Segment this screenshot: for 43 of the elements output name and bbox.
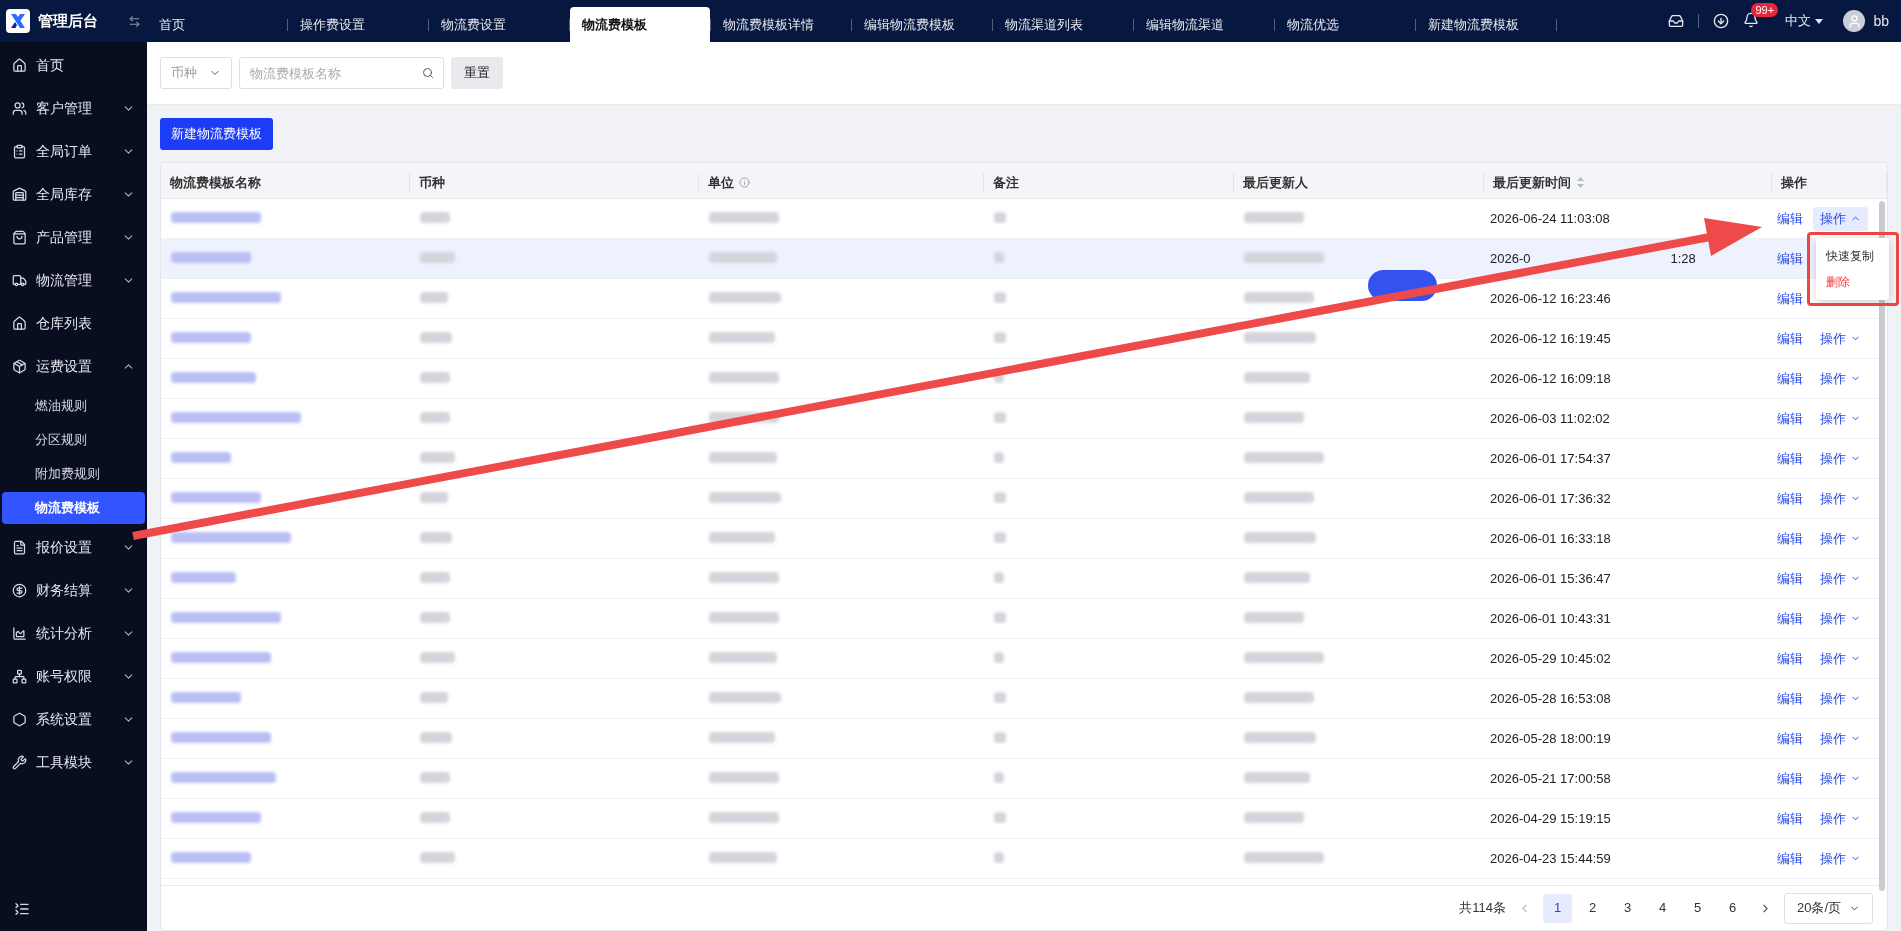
column-header: 单位	[708, 174, 734, 192]
column-header: 操作	[1781, 174, 1807, 192]
sidebar-item-label: 工具模块	[36, 753, 93, 772]
updated-time: 2026-04-29 15:19:15	[1490, 809, 1611, 828]
sidebar-item-label: 统计分析	[36, 624, 93, 643]
sidebar-item-label: 全局库存	[36, 185, 93, 204]
sidebar-item-label: 报价设置	[36, 538, 93, 557]
updated-time: 2026-04-23 15:44:59	[1490, 849, 1611, 868]
updated-time: 2026-06-01 17:54:37	[1490, 449, 1611, 468]
sidebar-item-label: 仓库列表	[36, 314, 93, 333]
updated-time: 2026-06-12 16:19:45	[1490, 329, 1611, 348]
updated-time: 2026-06-01 10:43:31	[1490, 609, 1611, 628]
updated-time: 2026-06-12 16:23:46	[1490, 289, 1611, 308]
column-header: 备注	[993, 174, 1019, 192]
column-header: 币种	[419, 174, 445, 192]
user-name: bb	[1873, 11, 1889, 31]
total-count: 共114条	[1459, 899, 1506, 918]
updated-time: 2026-06-03 11:02:02	[1490, 409, 1610, 428]
updated-time: 2026-06-12 16:09:18	[1490, 369, 1611, 388]
notification-count: 99+	[1751, 3, 1779, 17]
column-header: 物流费模板名称	[170, 174, 261, 192]
updated-time: 2026-06-01 17:36:32	[1490, 489, 1611, 508]
sidebar-item-label: 首页	[36, 56, 65, 75]
sidebar-item-label: 运费设置	[36, 357, 93, 376]
sidebar-item-label: 全局订单	[36, 142, 93, 161]
sidebar-item-label: 财务结算	[36, 581, 93, 600]
sidebar-item-label: 系统设置	[36, 710, 93, 729]
updated-time: 2026-06-01 16:33:18	[1490, 529, 1611, 548]
sidebar-item-label: 物流管理	[36, 271, 93, 290]
updated-time: 2026-05-28 18:00:19	[1490, 729, 1611, 748]
sidebar-item-label: 产品管理	[36, 228, 93, 247]
updated-time: 2026-06-01 15:36:47	[1490, 569, 1611, 588]
updated-time: 1:28	[1670, 249, 1696, 268]
sidebar-item-label: 客户管理	[36, 99, 93, 118]
column-header: 最后更新时间	[1493, 174, 1571, 192]
updated-time: 2026-0	[1490, 249, 1531, 268]
app-title: 管理后台	[38, 10, 98, 31]
column-header: 最后更新人	[1243, 174, 1308, 192]
sidebar-item-label: 账号权限	[36, 667, 93, 686]
updated-time: 2026-05-21 17:00:58	[1490, 769, 1611, 788]
updated-time: 2026-05-28 16:53:08	[1490, 689, 1611, 708]
updated-time: 2026-06-24 11:03:08	[1490, 209, 1610, 228]
updated-time: 2026-05-29 10:45:02	[1490, 649, 1611, 668]
